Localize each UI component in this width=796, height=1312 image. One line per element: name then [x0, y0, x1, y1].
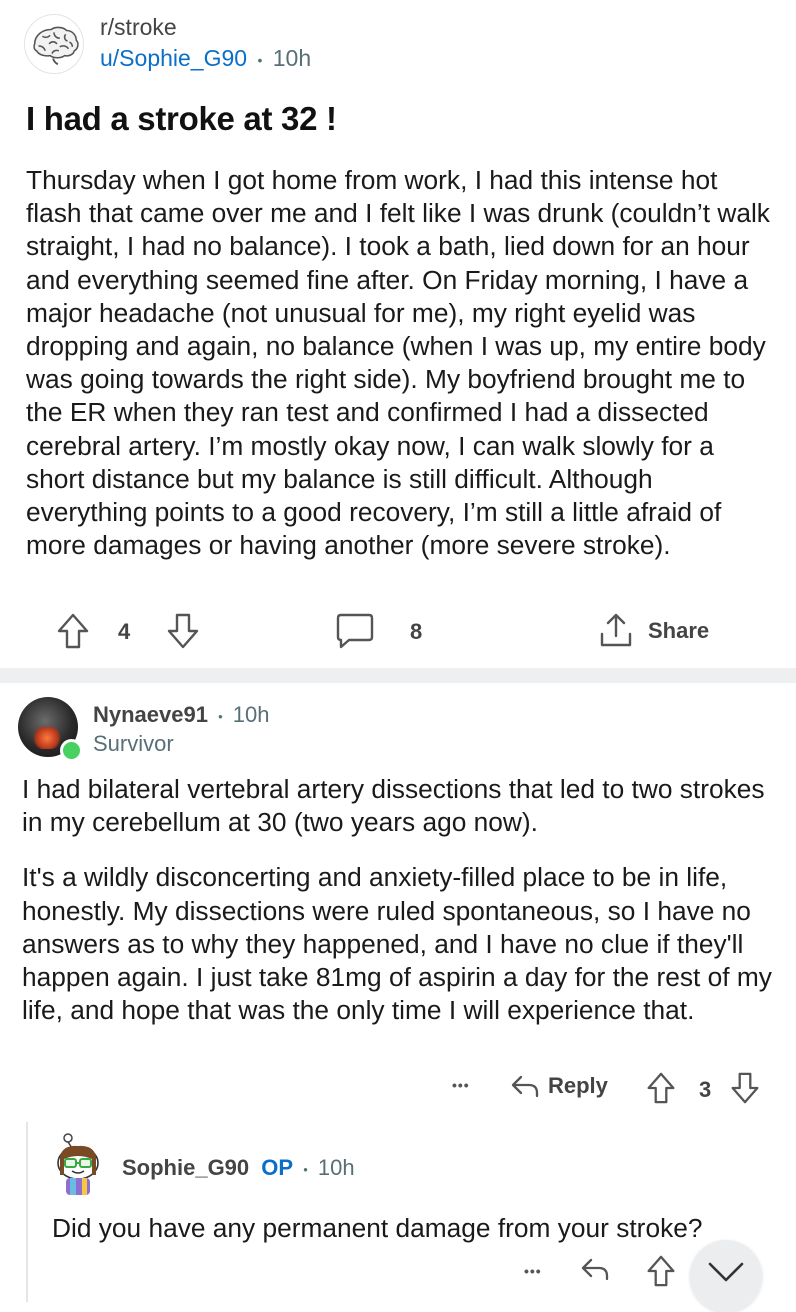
comment-count: 8 [410, 619, 423, 644]
comment-more-button[interactable]: ••• [452, 1077, 470, 1093]
upvote-button[interactable] [56, 612, 90, 650]
scroll-down-button[interactable] [690, 1240, 762, 1312]
arrow-up-icon [647, 1255, 675, 1287]
arrow-up-icon [647, 1072, 675, 1104]
comments-button[interactable] [335, 612, 375, 650]
reply-avatar[interactable] [52, 1133, 104, 1197]
reply-arrow-icon [511, 1075, 539, 1098]
share-button[interactable]: Share [598, 612, 709, 650]
chevron-down-icon [708, 1262, 744, 1282]
arrow-up-icon [57, 613, 89, 649]
section-divider [0, 668, 796, 683]
comment-author[interactable]: Nynaeve91 [93, 702, 208, 727]
comment-upvote-button[interactable] [646, 1071, 676, 1105]
comment-meta: Nynaeve91 • 10h [93, 702, 270, 728]
comment-paragraph: It's a wildly disconcerting and anxiety-… [22, 862, 772, 1026]
comment-time: 10h [232, 702, 270, 727]
reply-meta: Sophie_G90 OP • 10h [122, 1155, 355, 1181]
reply-button[interactable]: Reply [510, 1072, 608, 1100]
meta-separator: • [303, 1161, 308, 1177]
comment-downvote-button[interactable] [730, 1071, 760, 1105]
reply-more-button[interactable]: ••• [524, 1263, 542, 1279]
thread-line[interactable] [26, 1122, 28, 1302]
op-badge: OP [261, 1155, 294, 1180]
share-label: Share [648, 618, 710, 643]
subreddit-avatar[interactable] [24, 14, 84, 74]
reply-reply-button[interactable] [580, 1255, 610, 1283]
reply-arrow-icon [581, 1258, 609, 1281]
reply-author[interactable]: Sophie_G90 [122, 1155, 249, 1180]
post-meta: u/Sophie_G90 • 10h [100, 45, 311, 72]
post-time: 10h [272, 45, 312, 71]
online-status-dot [60, 739, 83, 762]
snoo-avatar-icon [57, 1133, 99, 1195]
comment-body: I had bilateral vertebral artery dissect… [22, 773, 782, 1049]
meta-separator: • [218, 708, 223, 724]
brain-icon [33, 26, 79, 66]
post-title: I had a stroke at 32 ! [26, 100, 337, 137]
meta-separator: • [257, 51, 263, 68]
post-author[interactable]: u/Sophie_G90 [100, 45, 247, 71]
arrow-down-icon [731, 1072, 759, 1104]
reply-time: 10h [317, 1155, 355, 1180]
arrow-down-icon [167, 613, 199, 649]
comment-paragraph: I had bilateral vertebral artery dissect… [22, 774, 765, 838]
post-vote-count: 4 [118, 619, 131, 644]
comment-bubble-icon [336, 613, 374, 649]
subreddit-name[interactable]: r/stroke [100, 14, 177, 41]
downvote-button[interactable] [166, 612, 200, 650]
reply-body: Did you have any permanent damage from y… [52, 1213, 703, 1243]
post-body: Thursday when I got home from work, I ha… [26, 165, 770, 561]
reply-upvote-button[interactable] [646, 1254, 676, 1288]
user-flair: Survivor [93, 731, 174, 756]
comment-vote-count: 3 [699, 1077, 712, 1102]
share-icon [600, 613, 632, 647]
reply-label: Reply [548, 1073, 608, 1098]
